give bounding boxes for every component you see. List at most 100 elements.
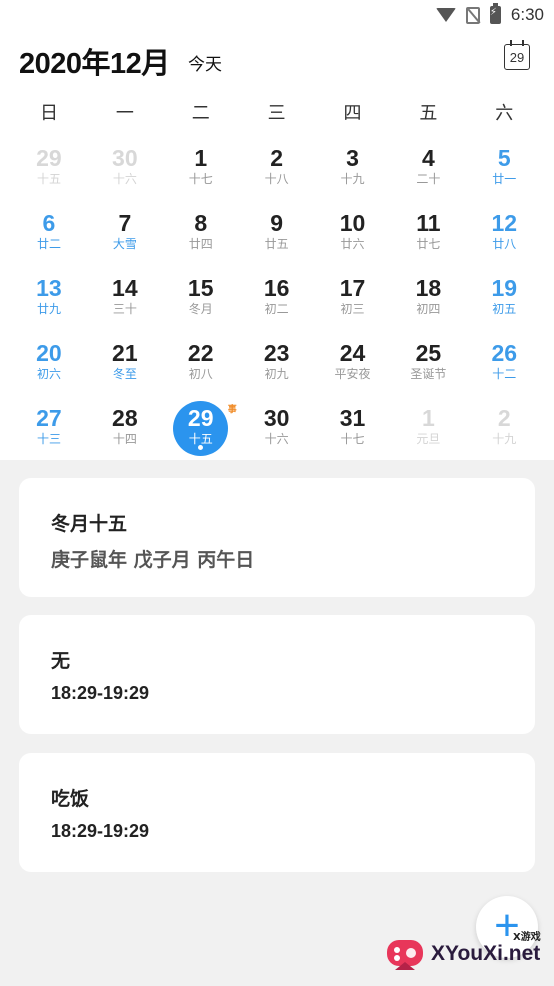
- lunar-label: 圣诞节: [410, 367, 447, 381]
- lunar-label: 廿四: [188, 237, 213, 251]
- calendar-day[interactable]: 11 廿七: [390, 205, 466, 270]
- day-number: 28: [112, 405, 138, 431]
- calendar-day[interactable]: 8 廿四: [163, 205, 239, 270]
- lunar-label: 廿八: [492, 237, 517, 251]
- calendar-day[interactable]: 19 初五: [466, 270, 542, 335]
- calendar-day[interactable]: 4 二十: [390, 140, 466, 205]
- calendar-day[interactable]: 5 廿一: [466, 140, 542, 205]
- event-dot-icon: [197, 445, 203, 450]
- calendar-week-row: 13 廿九 14 三十 15 冬月 16 初二 17 初三 18 初四 19 初五: [11, 270, 543, 335]
- watermark-small-text: X游戏: [513, 932, 541, 943]
- calendar-day[interactable]: 28 十四: [87, 400, 163, 465]
- event-time: 18:29-19:29: [51, 683, 150, 703]
- battery-charging-icon: [489, 3, 501, 24]
- lunar-label: 初四: [416, 302, 441, 316]
- calendar-day[interactable]: 13 廿九: [11, 270, 87, 335]
- day-number: 30: [263, 405, 290, 431]
- event-card[interactable]: 无 18:29-19:29: [19, 615, 535, 734]
- day-number: 16: [263, 275, 290, 301]
- day-number: 13: [36, 275, 62, 301]
- lunar-info-card[interactable]: 冬月十五 庚子鼠年 戊子月 丙午日: [19, 478, 535, 597]
- calendar-day[interactable]: 9 廿五: [239, 205, 315, 270]
- calendar-day[interactable]: 10 廿六: [315, 205, 391, 270]
- day-number: 25: [415, 340, 442, 366]
- calendar-week-row: 20 初六 21 冬至 22 初八 23 初九 24 平安夜 25 圣诞节 26 十二: [11, 335, 543, 400]
- day-number: 27: [36, 405, 62, 431]
- day-number: 2: [497, 405, 511, 431]
- day-number: 20: [36, 340, 62, 366]
- event-title: 无: [51, 650, 71, 672]
- calendar-day[interactable]: 2 十九: [466, 400, 542, 465]
- calendar-day[interactable]: 1 十七: [163, 140, 239, 205]
- lunar-label: 初二: [264, 302, 289, 316]
- lunar-label: 廿一: [492, 172, 517, 186]
- calendar-day[interactable]: 2 十八: [239, 140, 315, 205]
- calendar-day[interactable]: 31 十七: [315, 400, 391, 465]
- no-sim-icon: [465, 6, 480, 24]
- calendar-day[interactable]: 29 十五: [11, 140, 87, 205]
- day-number: 8: [194, 210, 208, 236]
- day-number: 6: [42, 210, 56, 236]
- calendar-day[interactable]: 27 十三: [11, 400, 87, 465]
- lunar-label: 十四: [112, 432, 137, 446]
- calendar-day[interactable]: 30 十六: [87, 140, 163, 205]
- day-number: 7: [118, 210, 132, 236]
- calendar-icon[interactable]: 29: [504, 40, 530, 70]
- weekday-label: 二: [191, 103, 210, 124]
- calendar-panel: 6:30 2020年12月 今天 29 日 一 二 三 四 五 六 29十五30…: [0, 0, 554, 460]
- calendar-day[interactable]: 21 冬至: [87, 335, 163, 400]
- day-number: 3: [346, 145, 359, 171]
- today-button[interactable]: 今天: [188, 50, 222, 75]
- calendar-day-selected[interactable]: 29 十五事: [163, 400, 239, 465]
- weekday-label: 日: [39, 103, 58, 124]
- lunar-label: 初八: [188, 367, 213, 381]
- wifi-icon: [435, 8, 456, 22]
- calendar-day[interactable]: 3 十九: [315, 140, 391, 205]
- weekday-label: 四: [343, 103, 362, 124]
- month-title[interactable]: 2020年12月: [19, 40, 170, 82]
- calendar-day[interactable]: 17 初三: [315, 270, 391, 335]
- gamepad-logo-icon: [387, 940, 423, 970]
- calendar-day[interactable]: 12 廿八: [466, 205, 542, 270]
- event-card[interactable]: 吃饭 18:29-19:29: [19, 753, 535, 872]
- calendar-day[interactable]: 25 圣诞节: [390, 335, 466, 400]
- calendar-day[interactable]: 18 初四: [390, 270, 466, 335]
- lunar-label: 初五: [492, 302, 517, 316]
- day-number: 9: [270, 210, 284, 236]
- event-time: 18:29-19:29: [51, 821, 150, 841]
- calendar-day[interactable]: 7 大雪: [87, 205, 163, 270]
- calendar-day[interactable]: 30 十六: [239, 400, 315, 465]
- calendar-day[interactable]: 1 元旦: [390, 400, 466, 465]
- calendar-day[interactable]: 23 初九: [239, 335, 315, 400]
- calendar-day[interactable]: 6 廿二: [11, 205, 87, 270]
- lunar-label: 元旦: [416, 432, 441, 446]
- day-number: 18: [415, 275, 442, 301]
- lunar-date: 冬月十五: [51, 513, 128, 535]
- calendar-day[interactable]: 14 三十: [87, 270, 163, 335]
- day-number: 31: [339, 405, 366, 431]
- lunar-label: 十八: [264, 172, 289, 186]
- day-number: 1: [194, 145, 208, 171]
- lunar-label: 冬月: [188, 302, 213, 316]
- calendar-day[interactable]: 22 初八: [163, 335, 239, 400]
- lunar-label: 平安夜: [334, 367, 371, 381]
- calendar-week-row: 29 十五 30 十六 1 十七 2 十八 3 十九 4 二十 5 廿一: [11, 140, 543, 205]
- calendar-day[interactable]: 15 冬月: [163, 270, 239, 335]
- lunar-label: 初三: [340, 302, 365, 316]
- calendar-day[interactable]: 26 十二: [466, 335, 542, 400]
- day-number: 19: [491, 275, 518, 301]
- lunar-label: 十九: [492, 432, 517, 446]
- status-icons: 6:30: [435, 3, 544, 25]
- lunar-label: 廿六: [340, 237, 365, 251]
- lunar-label: 廿五: [264, 237, 289, 251]
- lunar-label: 十七: [340, 432, 365, 446]
- calendar-day[interactable]: 20 初六: [11, 335, 87, 400]
- lunar-label: 二十: [416, 172, 441, 186]
- lunar-label: 十三: [36, 432, 61, 446]
- calendar-week-row: 27 十三 28 十四 29 十五事 30 十六 31 十七 1 元旦 2 十九: [11, 400, 543, 465]
- ganzhi-date: 庚子鼠年 戊子月 丙午日: [51, 549, 255, 571]
- lunar-label: 十九: [340, 172, 365, 186]
- calendar-grid: 29 十五 30 十六 1 十七 2 十八 3 十九 4 二十 5 廿一 6 廿二 7 大雪 8 廿四 9 廿五 10 廿六 1…: [11, 140, 543, 465]
- calendar-day[interactable]: 24 平安夜: [315, 335, 391, 400]
- calendar-day[interactable]: 16 初二: [239, 270, 315, 335]
